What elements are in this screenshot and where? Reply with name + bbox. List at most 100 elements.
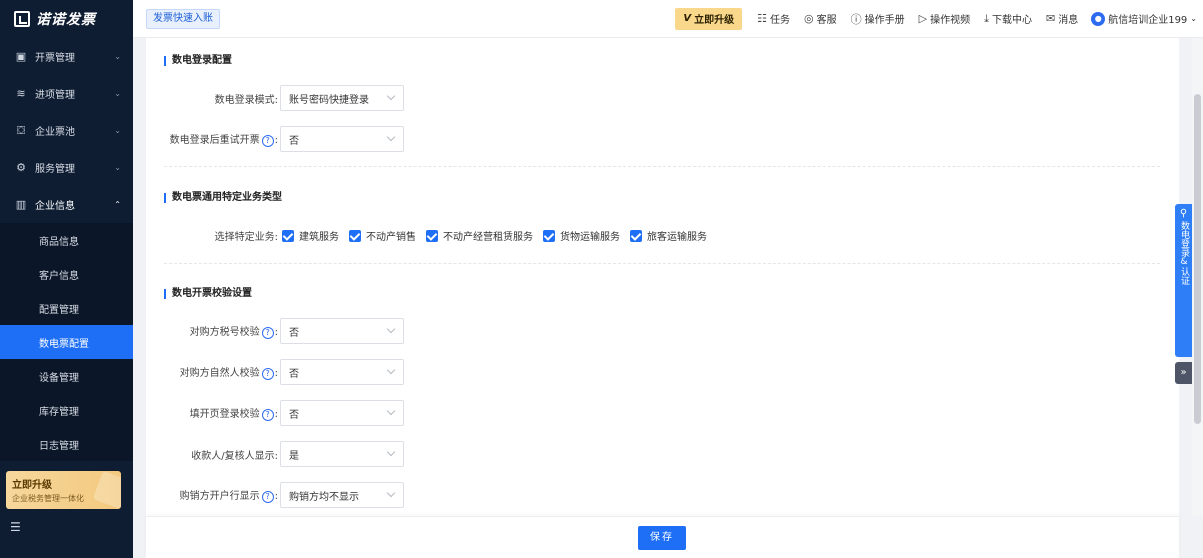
avatar-icon: ● (1091, 11, 1106, 26)
help-icon[interactable]: ? (261, 409, 274, 421)
sidebar-item-invoicing[interactable]: ▣ 开票管理 ⌄ (0, 38, 133, 75)
pool-icon: ⛋ (16, 123, 26, 137)
check-row-bank: 购销方开户行显示?: 购销方均不显示 (146, 482, 404, 508)
select-value: 是 (289, 450, 299, 462)
manual-icon: ⓘ (850, 12, 862, 26)
sidebar-subitem-customers[interactable]: 客户信息 (0, 257, 133, 291)
login-retry-label: 数电登录后重试开票?: (146, 131, 280, 147)
sidebar-item-service[interactable]: ⚙ 服务管理 ⌄ (0, 149, 133, 186)
check-select-natural-person[interactable]: 否 (280, 359, 404, 385)
chevron-down-icon (386, 132, 396, 142)
config-content: 数电登录配置 数电登录模式: 账号密码快捷登录 数电登录后重试开票?: 否 数电… (146, 38, 1179, 516)
chevron-down-icon: ⌄ (114, 126, 121, 135)
checkbox-checked-icon (543, 229, 555, 242)
sidebar-subitem-inventory[interactable]: 库存管理 (0, 393, 133, 427)
label-colon: : (274, 327, 278, 338)
section-divider (164, 166, 1160, 167)
login-auth-side-tab[interactable]: ⚲ 数电登录&认证 (1175, 204, 1192, 357)
sidebar-item-invoice-pool[interactable]: ⛋ 企业票池 ⌄ (0, 112, 133, 149)
help-icon[interactable]: ? (261, 368, 274, 380)
section-title-check: 数电开票校验设置 (164, 289, 252, 299)
chevron-down-icon (386, 488, 396, 498)
checkbox-freight[interactable]: 货物运输服务 (543, 228, 620, 243)
support-link[interactable]: ◎ 客服 (804, 11, 837, 26)
video-icon: ▷ (918, 12, 928, 25)
chevron-down-icon: ⌄ (1190, 14, 1197, 23)
upgrade-card[interactable]: 立即升级 企业税务管理一体化 (6, 471, 121, 509)
support-label: 客服 (816, 15, 837, 26)
manual-label: 操作手册 (864, 15, 905, 26)
download-link[interactable]: ⤓ 下载中心 (984, 11, 1032, 27)
help-icon[interactable]: ? (261, 491, 274, 503)
checkbox-real-estate-sale[interactable]: 不动产销售 (349, 228, 416, 243)
sidebar-item-label: 开票管理 (35, 53, 75, 64)
sidebar-subitem-devices[interactable]: 设备管理 (0, 359, 133, 393)
sidebar-subitem-config[interactable]: 配置管理 (0, 291, 133, 325)
checkbox-label: 旅客运输服务 (647, 232, 707, 243)
checkbox-real-estate-lease[interactable]: 不动产经营租赁服务 (426, 228, 533, 243)
task-link[interactable]: ☷ 任务 (757, 11, 790, 26)
collapse-menu-icon[interactable]: ☰ (10, 521, 22, 533)
manual-link[interactable]: ⓘ 操作手册 (851, 11, 905, 27)
check-select-bank[interactable]: 购销方均不显示 (280, 482, 404, 508)
mail-icon: ✉ (1045, 12, 1056, 25)
checkbox-passenger[interactable]: 旅客运输服务 (630, 228, 707, 243)
quick-entry-button[interactable]: 发票快速入账 (146, 8, 220, 29)
sidebar-subitem-logs[interactable]: 日志管理 (0, 427, 133, 461)
section-divider (164, 263, 1160, 264)
upgrade-card-subtitle: 企业税务管理一体化 (12, 494, 84, 503)
chevron-down-icon: ⌄ (114, 52, 121, 61)
login-retry-value: 否 (289, 135, 299, 147)
login-mode-label: 数电登录模式: (214, 94, 278, 106)
label-colon: : (274, 409, 278, 420)
checkbox-construction[interactable]: 建筑服务 (282, 228, 339, 243)
check-select-payee[interactable]: 是 (280, 441, 404, 467)
checkbox-label: 货物运输服务 (560, 232, 620, 243)
help-icon[interactable]: ? (261, 327, 274, 339)
scrollbar-track[interactable] (1192, 38, 1203, 516)
check-label: 购销方开户行显示?: (146, 487, 280, 503)
chevron-down-icon (386, 91, 396, 101)
select-value: 否 (289, 327, 299, 339)
message-link[interactable]: ✉ 消息 (1046, 11, 1078, 26)
save-button[interactable]: 保存 (638, 526, 686, 550)
login-mode-row: 数电登录模式: 账号密码快捷登录 (146, 85, 404, 111)
chevron-down-icon (386, 406, 396, 416)
sidebar-item-input-tax[interactable]: ≋ 进项管理 ⌄ (0, 75, 133, 112)
logo-text: 诺诺发票 (36, 12, 96, 28)
check-select-tax-id[interactable]: 否 (280, 318, 404, 344)
check-label-text: 对购方自然人校验 (179, 368, 260, 379)
chevron-down-icon: ⌄ (114, 163, 121, 172)
login-retry-select[interactable]: 否 (280, 126, 404, 152)
logo-icon (14, 11, 30, 27)
check-select-login[interactable]: 否 (280, 400, 404, 426)
enterprise-icon: ▥ (15, 198, 27, 211)
sidebar-subitem-products[interactable]: 商品信息 (0, 223, 133, 257)
app-logo[interactable]: 诺诺发票 (0, 0, 133, 38)
sidebar-item-enterprise[interactable]: ▥ 企业信息 ⌃ (0, 186, 133, 223)
side-tab-toggle[interactable]: » (1175, 362, 1192, 384)
select-value: 否 (289, 368, 299, 380)
scrollbar-thumb[interactable] (1194, 94, 1201, 424)
select-value: 购销方均不显示 (289, 491, 359, 503)
video-link[interactable]: ▷ 操作视频 (919, 11, 970, 26)
check-label: 填开页登录校验?: (146, 405, 280, 421)
section-title-login: 数电登录配置 (164, 56, 232, 66)
sidebar-item-label: 服务管理 (35, 164, 75, 175)
check-row-payee: 收款人/复核人显示: 是 (146, 441, 404, 467)
login-mode-select[interactable]: 账号密码快捷登录 (280, 85, 404, 111)
help-icon[interactable]: ? (261, 135, 274, 147)
support-icon: ◎ (804, 12, 814, 25)
upgrade-button[interactable]: V 立即升级 (675, 7, 743, 30)
side-tab-label: 数电登录&认证 (1179, 221, 1189, 285)
user-menu[interactable]: ● 航信培训企业199 ⌄ (1091, 11, 1197, 26)
top-bar: 发票快速入账 V 立即升级 ☷ 任务 ◎ 客服 ⓘ 操作手册 ▷ 操作视频 ⤓ … (133, 0, 1203, 38)
sidebar-subitem-digital-invoice-config[interactable]: 数电票配置 (0, 325, 133, 359)
checkbox-label: 建筑服务 (299, 232, 339, 243)
message-label: 消息 (1058, 15, 1079, 26)
user-name: 航信培训企业199 (1108, 15, 1188, 26)
footer-bar: 保存 (146, 516, 1179, 558)
chevron-down-icon (386, 447, 396, 457)
stack-icon: ≋ (16, 87, 26, 100)
task-icon: ☷ (757, 12, 768, 25)
